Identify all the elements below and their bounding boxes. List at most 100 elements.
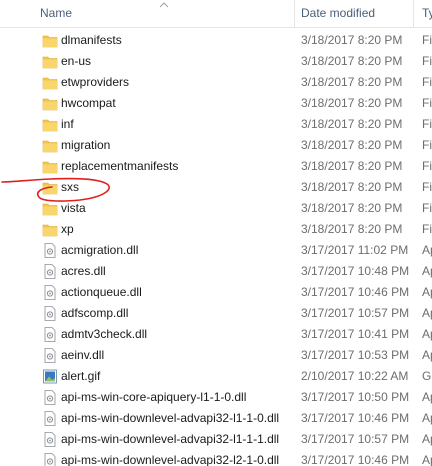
dll-file-icon <box>42 264 58 279</box>
dll-file-icon <box>42 432 58 447</box>
dll-file-icon <box>42 453 58 466</box>
file-name: xp <box>61 222 74 236</box>
date-modified: 2/10/2017 10:22 AM <box>301 369 409 383</box>
file-type: Fil <box>422 222 432 236</box>
folder-row[interactable]: migration 3/18/2017 8:20 PM Fil <box>0 135 432 156</box>
date-modified: 3/18/2017 8:20 PM <box>301 96 403 110</box>
folder-row[interactable]: xp 3/18/2017 8:20 PM Fil <box>0 219 432 240</box>
file-name: replacementmanifests <box>61 159 179 173</box>
date-modified: 3/18/2017 8:20 PM <box>301 75 403 89</box>
folder-row[interactable]: vista 3/18/2017 8:20 PM Fil <box>0 198 432 219</box>
file-type: Ap <box>422 390 432 404</box>
file-type: Ap <box>422 348 432 362</box>
dll-file-icon <box>42 411 58 426</box>
file-type: Ap <box>422 432 432 446</box>
file-row[interactable]: acmigration.dll 3/17/2017 11:02 PM Ap <box>0 240 432 261</box>
file-row[interactable]: acres.dll 3/17/2017 10:48 PM Ap <box>0 261 432 282</box>
column-header-bar: Name Date modified Ty <box>0 0 432 28</box>
date-modified: 3/17/2017 10:46 PM <box>301 411 410 425</box>
date-modified: 3/18/2017 8:20 PM <box>301 33 403 47</box>
file-type: Fil <box>422 201 432 215</box>
folder-row[interactable]: replacementmanifests 3/18/2017 8:20 PM Fil <box>0 156 432 177</box>
file-row[interactable]: api-ms-win-core-apiquery-l1-1-0.dll 3/17/… <box>0 387 432 408</box>
date-modified: 3/18/2017 8:20 PM <box>301 159 403 173</box>
file-row[interactable]: alert.gif 2/10/2017 10:22 AM GI <box>0 366 432 387</box>
file-type: Fil <box>422 75 432 89</box>
file-row[interactable]: api-ms-win-downlevel-advapi32-l2-1-0.dll… <box>0 450 432 466</box>
dll-file-icon <box>42 390 58 405</box>
date-modified: 3/18/2017 8:20 PM <box>301 117 403 131</box>
date-modified: 3/17/2017 10:41 PM <box>301 327 410 341</box>
date-modified: 3/17/2017 10:57 PM <box>301 432 410 446</box>
file-row[interactable]: adfscomp.dll 3/17/2017 10:57 PM Ap <box>0 303 432 324</box>
file-name: api-ms-win-downlevel-advapi32-l1-1-1.dll <box>61 432 280 446</box>
file-type: Ap <box>422 264 432 278</box>
file-type: Ap <box>422 411 432 425</box>
file-name: alert.gif <box>61 369 101 383</box>
column-divider[interactable] <box>413 0 414 27</box>
column-header-name[interactable]: Name <box>40 0 72 27</box>
file-name: acres.dll <box>61 264 106 278</box>
file-type: Ap <box>422 243 432 257</box>
dll-file-icon <box>42 285 58 300</box>
folder-row[interactable]: sxs 3/18/2017 8:20 PM Fil <box>0 177 432 198</box>
date-modified: 3/18/2017 8:20 PM <box>301 222 403 236</box>
file-name: hwcompat <box>61 96 116 110</box>
folder-icon <box>42 33 58 48</box>
file-name: aeinv.dll <box>61 348 105 362</box>
file-type: Fil <box>422 96 432 110</box>
date-modified: 3/17/2017 10:53 PM <box>301 348 410 362</box>
file-type: Fil <box>422 159 432 173</box>
folder-icon <box>42 96 58 111</box>
file-list: dlmanifests 3/18/2017 8:20 PM Fil en-us 3/18… <box>0 30 432 466</box>
file-type: Ap <box>422 327 432 341</box>
file-name: api-ms-win-downlevel-advapi32-l2-1-0.dll <box>61 453 280 466</box>
folder-icon <box>42 222 58 237</box>
date-modified: 3/17/2017 10:48 PM <box>301 264 410 278</box>
date-modified: 3/17/2017 10:50 PM <box>301 390 410 404</box>
dll-file-icon <box>42 327 58 342</box>
date-modified: 3/17/2017 11:02 PM <box>301 243 409 257</box>
file-name: admtv3check.dll <box>61 327 148 341</box>
folder-icon <box>42 117 58 132</box>
date-modified: 3/17/2017 10:57 PM <box>301 306 410 320</box>
dll-file-icon <box>42 348 58 363</box>
folder-row[interactable]: inf 3/18/2017 8:20 PM Fil <box>0 114 432 135</box>
folder-row[interactable]: en-us 3/18/2017 8:20 PM Fil <box>0 51 432 72</box>
folder-icon <box>42 75 58 90</box>
column-divider[interactable] <box>294 0 295 27</box>
file-name: acmigration.dll <box>61 243 139 257</box>
file-row[interactable]: api-ms-win-downlevel-advapi32-l1-1-0.dll… <box>0 408 432 429</box>
file-name: etwproviders <box>61 75 130 89</box>
file-explorer-window: Name Date modified Ty dlmanifests 3/18/20… <box>0 0 432 466</box>
date-modified: 3/18/2017 8:20 PM <box>301 180 403 194</box>
file-row[interactable]: actionqueue.dll 3/17/2017 10:46 PM Ap <box>0 282 432 303</box>
dll-file-icon <box>42 243 58 258</box>
file-type: Fil <box>422 33 432 47</box>
folder-icon <box>42 159 58 174</box>
file-type: Fil <box>422 180 432 194</box>
dll-file-icon <box>42 306 58 321</box>
folder-row[interactable]: dlmanifests 3/18/2017 8:20 PM Fil <box>0 30 432 51</box>
file-name: inf <box>61 117 74 131</box>
date-modified: 3/17/2017 10:46 PM <box>301 285 410 299</box>
image-file-icon <box>42 369 58 384</box>
file-row[interactable]: api-ms-win-downlevel-advapi32-l1-1-1.dll… <box>0 429 432 450</box>
column-header-type[interactable]: Ty <box>422 0 432 27</box>
file-row[interactable]: admtv3check.dll 3/17/2017 10:41 PM Ap <box>0 324 432 345</box>
file-name: dlmanifests <box>61 33 122 47</box>
folder-icon <box>42 180 58 195</box>
file-type: Fil <box>422 138 432 152</box>
file-type: Ap <box>422 306 432 320</box>
folder-row[interactable]: hwcompat 3/18/2017 8:20 PM Fil <box>0 93 432 114</box>
file-type: Fil <box>422 54 432 68</box>
file-row[interactable]: aeinv.dll 3/17/2017 10:53 PM Ap <box>0 345 432 366</box>
date-modified: 3/18/2017 8:20 PM <box>301 138 403 152</box>
folder-icon <box>42 138 58 153</box>
date-modified: 3/18/2017 8:20 PM <box>301 54 403 68</box>
file-type: Ap <box>422 453 432 466</box>
folder-row[interactable]: etwproviders 3/18/2017 8:20 PM Fil <box>0 72 432 93</box>
file-type: GI <box>422 369 432 383</box>
date-modified: 3/18/2017 8:20 PM <box>301 201 403 215</box>
column-header-date-modified[interactable]: Date modified <box>301 0 375 27</box>
